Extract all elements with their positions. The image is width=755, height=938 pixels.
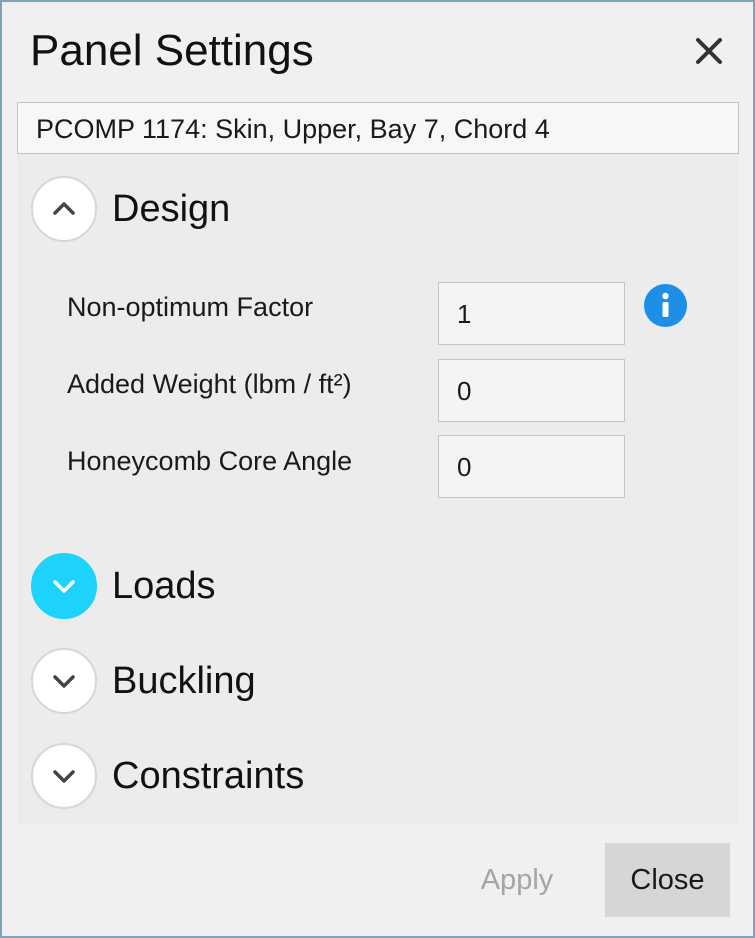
chevron-down-icon [53,675,75,688]
window-title: Panel Settings [30,26,314,75]
section-constraints-header[interactable]: Constraints [31,741,631,811]
panel-name-field: PCOMP 1174: Skin, Upper, Bay 7, Chord 4 [17,102,739,154]
chevron-down-icon [53,580,75,593]
expand-toggle-loads[interactable] [31,553,97,619]
honeycomb-core-angle-label: Honeycomb Core Angle [67,446,353,476]
section-loads-header[interactable]: Loads [31,551,631,621]
non-optimum-factor-label: Non-optimum Factor [67,292,314,322]
added-weight-label: Added Weight (lbm / ft²) [67,369,352,399]
section-loads-label: Loads [112,564,216,607]
close-button[interactable]: Close [605,843,730,917]
apply-button[interactable]: Apply [462,843,572,917]
section-buckling-label: Buckling [112,659,256,702]
chevron-up-icon [53,202,75,215]
honeycomb-core-angle-input[interactable]: 0 [438,435,625,498]
section-constraints-label: Constraints [112,754,305,797]
section-design-label: Design [112,187,231,230]
section-design-header[interactable]: Design [31,174,631,244]
added-weight-input[interactable]: 0 [438,359,625,422]
section-buckling-header[interactable]: Buckling [31,646,631,716]
non-optimum-factor-input[interactable]: 1 [438,282,625,345]
expand-toggle-constraints[interactable] [31,743,97,809]
settings-content: Design Non-optimum Factor 1 Added Weight… [17,154,739,824]
expand-toggle-buckling[interactable] [31,648,97,714]
panel-settings-window: Panel Settings PCOMP 1174: Skin, Upper, … [0,0,755,938]
chevron-down-icon [53,770,75,783]
close-icon[interactable] [692,34,726,68]
info-icon[interactable] [644,284,687,327]
collapse-toggle-design[interactable] [31,176,97,242]
